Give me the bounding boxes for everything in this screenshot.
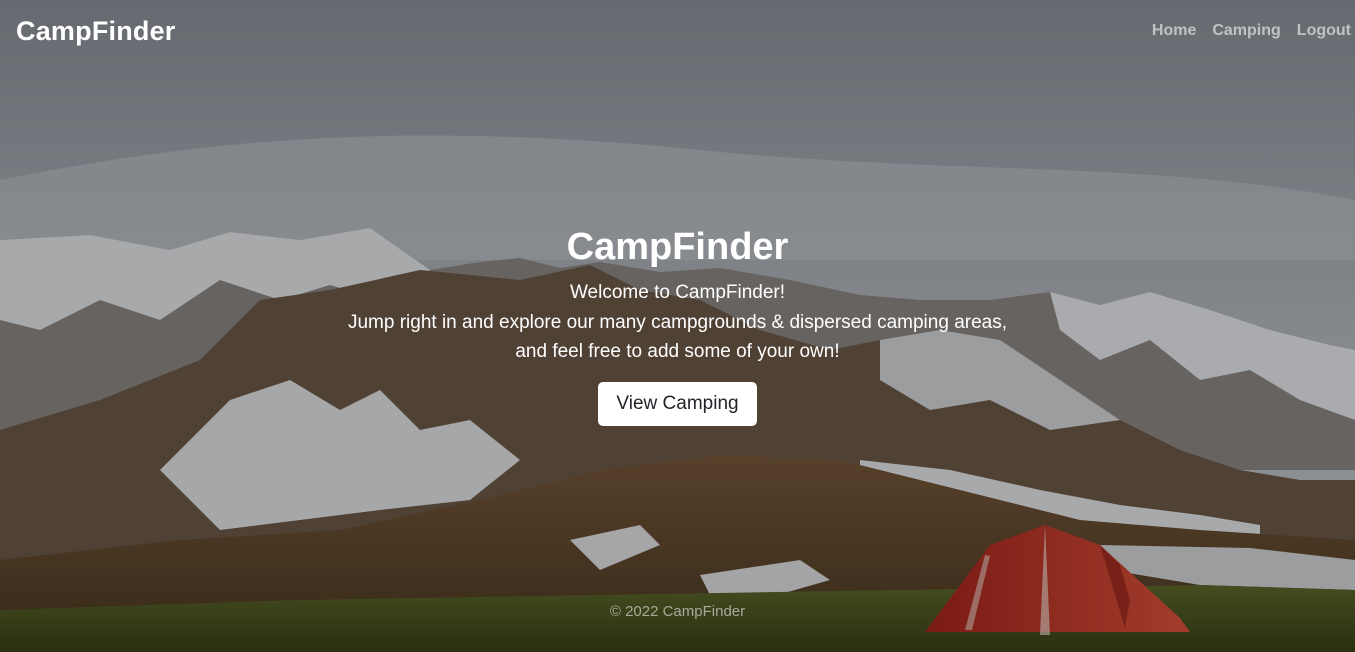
navbar: CampFinder Home Camping Logout <box>0 0 1355 66</box>
hero-title: CampFinder <box>566 226 789 268</box>
nav-camping-link[interactable]: Camping <box>1212 22 1280 40</box>
view-camping-button[interactable]: View Camping <box>598 381 757 426</box>
copyright-text: © 2022 CampFinder <box>609 603 746 620</box>
hero-explore-line: Jump right in and explore our many campg… <box>347 311 1008 333</box>
brand-logo[interactable]: CampFinder <box>16 16 176 47</box>
hero-welcome-line: Welcome to CampFinder! <box>569 282 786 303</box>
nav-links: Home Camping Logout <box>1152 22 1351 40</box>
hero-section: CampFinder Welcome to CampFinder! Jump r… <box>0 222 1355 426</box>
hero-description: Welcome to CampFinder! Jump right in and… <box>0 278 1355 367</box>
nav-home-link[interactable]: Home <box>1152 22 1196 40</box>
footer: © 2022 CampFinder <box>0 603 1355 620</box>
nav-logout-link[interactable]: Logout <box>1297 22 1351 40</box>
landing-page: CampFinder Home Camping Logout CampFinde… <box>0 0 1355 652</box>
hero-add-line: and feel free to add some of your own! <box>515 341 840 362</box>
